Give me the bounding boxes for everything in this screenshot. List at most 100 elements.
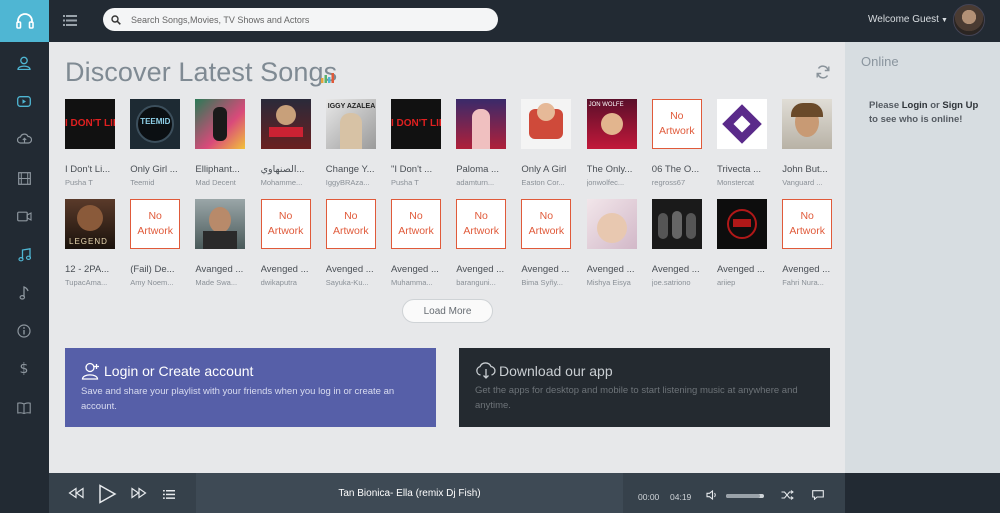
song-artist[interactable]: baranguni... (456, 278, 518, 287)
song-artist[interactable]: regross67 (652, 178, 714, 187)
sidebar-item-book[interactable] (14, 398, 34, 418)
song-item[interactable]: No Artwork Avenged ... baranguni... (456, 199, 508, 287)
sidebar-item-music[interactable] (14, 245, 34, 265)
song-artist[interactable]: TupacAma... (65, 278, 127, 287)
sidebar-item-info[interactable] (14, 321, 34, 341)
song-title[interactable]: Avenged ... (521, 264, 583, 275)
sidebar-item-videos[interactable] (14, 206, 34, 226)
avatar[interactable] (953, 4, 985, 36)
song-title[interactable]: Paloma ... (456, 164, 518, 175)
song-title[interactable]: "I Don't ... (391, 164, 453, 175)
mute-button[interactable] (705, 489, 718, 501)
song-artist[interactable]: Monstercat (717, 178, 779, 187)
song-item[interactable]: LEGEND 12 - 2PA... TupacAma... (65, 199, 117, 287)
song-title[interactable]: Avenged ... (652, 264, 714, 275)
previous-button[interactable] (67, 486, 85, 500)
song-artist[interactable]: adamturn... (456, 178, 518, 187)
song-item[interactable]: Only A Girl Easton Cor... (521, 99, 573, 187)
login-card[interactable]: Login or Create account Save and share y… (65, 348, 436, 427)
song-title[interactable]: I Don't Li... (65, 164, 127, 175)
sidebar-item-pricing[interactable]: $ (14, 359, 34, 379)
volume-slider[interactable] (726, 494, 764, 498)
song-artist[interactable]: joe.satriono (652, 278, 714, 287)
search-input[interactable] (131, 14, 471, 25)
refresh-icon[interactable] (815, 64, 831, 80)
lyrics-button[interactable] (811, 489, 825, 501)
song-artist[interactable]: Pusha T (391, 178, 453, 187)
hint-signup-link[interactable]: Sign Up (942, 100, 978, 111)
song-title[interactable]: (Fail) De... (130, 264, 192, 275)
song-title[interactable]: John But... (782, 164, 844, 175)
song-item[interactable]: No Artwork (Fail) De... Amy Noem... (130, 199, 182, 287)
playlist-button[interactable] (162, 488, 176, 500)
song-item[interactable]: I DON'T LIKEI Don't Li...Pusha T (65, 99, 117, 187)
sidebar-item-youtube[interactable] (14, 91, 34, 111)
song-item[interactable]: No Artwork Avenged ... Sayuka-Ku... (325, 199, 378, 287)
song-title[interactable]: Avenged ... (326, 264, 388, 275)
song-artist[interactable]: Mad Decent (195, 178, 257, 187)
song-artist[interactable]: Amy Noem... (130, 278, 192, 287)
song-item[interactable]: Avenged ... joe.satriono (651, 199, 704, 287)
song-title[interactable]: Avanged ... (195, 264, 257, 275)
song-title[interactable]: The Only... (587, 164, 649, 175)
sidebar-item-upload[interactable] (14, 129, 34, 149)
sidebar-item-song[interactable] (14, 283, 34, 303)
song-item[interactable]: I DON'T LIKE"I Don't ...Pusha T (391, 99, 443, 187)
song-title[interactable]: Only Girl ... (130, 164, 192, 175)
song-item[interactable]: TEEMID Only Girl ... Teemid (130, 99, 182, 187)
song-title[interactable]: Change Y... (326, 164, 388, 175)
song-title[interactable]: Only A Girl (521, 164, 583, 175)
song-artist[interactable]: Muhamma... (391, 278, 453, 287)
song-artist[interactable]: Made Swa... (195, 278, 257, 287)
song-title[interactable]: Avenged ... (261, 264, 323, 275)
song-item[interactable]: John But... Vanguard ... (782, 99, 834, 187)
song-title[interactable]: الصنهاوي... (261, 164, 323, 175)
play-button[interactable] (96, 483, 118, 505)
song-item[interactable]: Avanged ... Made Swa... (195, 199, 247, 287)
hint-login-link[interactable]: Login (902, 100, 928, 111)
song-item[interactable]: Paloma ... adamturn... (456, 99, 508, 187)
song-item[interactable]: Trivecta ... Monstercat (717, 99, 769, 187)
song-title[interactable]: Avenged ... (587, 264, 649, 275)
song-title[interactable]: Avenged ... (717, 264, 779, 275)
song-item[interactable]: الصنهاوي... Mohamme... (260, 99, 313, 187)
song-artist[interactable]: Mishya Eisya (587, 278, 649, 287)
song-item[interactable]: No Artwork Avenged ... Muhamma... (391, 199, 443, 287)
song-artist[interactable]: IggyBRAza... (326, 178, 388, 187)
song-artist[interactable]: Teemid (130, 178, 192, 187)
song-title[interactable]: 06 The O... (652, 164, 714, 175)
shuffle-button[interactable] (780, 489, 794, 501)
download-app-card[interactable]: Download our app Get the apps for deskto… (459, 348, 830, 427)
song-item[interactable]: No Artwork Avenged ... dwikaputra (260, 199, 313, 287)
song-title[interactable]: Trivecta ... (717, 164, 779, 175)
song-artist[interactable]: dwikaputra (261, 278, 323, 287)
song-title[interactable]: Avenged ... (782, 264, 844, 275)
menu-toggle-button[interactable] (62, 12, 78, 28)
song-item[interactable]: Elliphant... Mad Decent (195, 99, 247, 187)
user-menu[interactable]: Welcome Guest ▼ (868, 14, 948, 25)
song-artist[interactable]: jonwolfec... (587, 178, 649, 187)
song-artist[interactable]: Mohamme... (261, 178, 323, 187)
song-item[interactable]: Avenged ... ariiep (717, 199, 769, 287)
logo[interactable] (0, 0, 49, 42)
song-item[interactable]: JON WOLFE The Only... jonwolfec... (586, 99, 639, 187)
song-title[interactable]: Avenged ... (456, 264, 518, 275)
song-title[interactable]: Avenged ... (391, 264, 453, 275)
song-item[interactable]: No Artwork Avenged ... Fahri Nura... (782, 199, 834, 287)
song-artist[interactable]: Vanguard ... (782, 178, 844, 187)
song-artist[interactable]: Fahri Nura... (782, 278, 844, 287)
song-artist[interactable]: Sayuka-Ku... (326, 278, 388, 287)
song-title[interactable]: Elliphant... (195, 164, 257, 175)
song-item[interactable]: Avenged ... Mishya Eisya (586, 199, 639, 287)
sidebar-item-user[interactable] (14, 53, 34, 73)
song-artist[interactable]: Easton Cor... (521, 178, 583, 187)
song-item[interactable]: No Artwork 06 The O... regross67 (651, 99, 704, 187)
song-item[interactable]: IGGY AZALEA Change Y... IggyBRAza... (325, 99, 378, 187)
sidebar-item-movies[interactable] (14, 168, 34, 188)
song-artist[interactable]: ariiep (717, 278, 779, 287)
song-item[interactable]: No Artwork Avenged ... Bima Syñy... (521, 199, 573, 287)
song-artist[interactable]: Bima Syñy... (521, 278, 583, 287)
load-more-button[interactable]: Load More (402, 299, 493, 323)
next-button[interactable] (130, 486, 148, 500)
song-artist[interactable]: Pusha T (65, 178, 127, 187)
